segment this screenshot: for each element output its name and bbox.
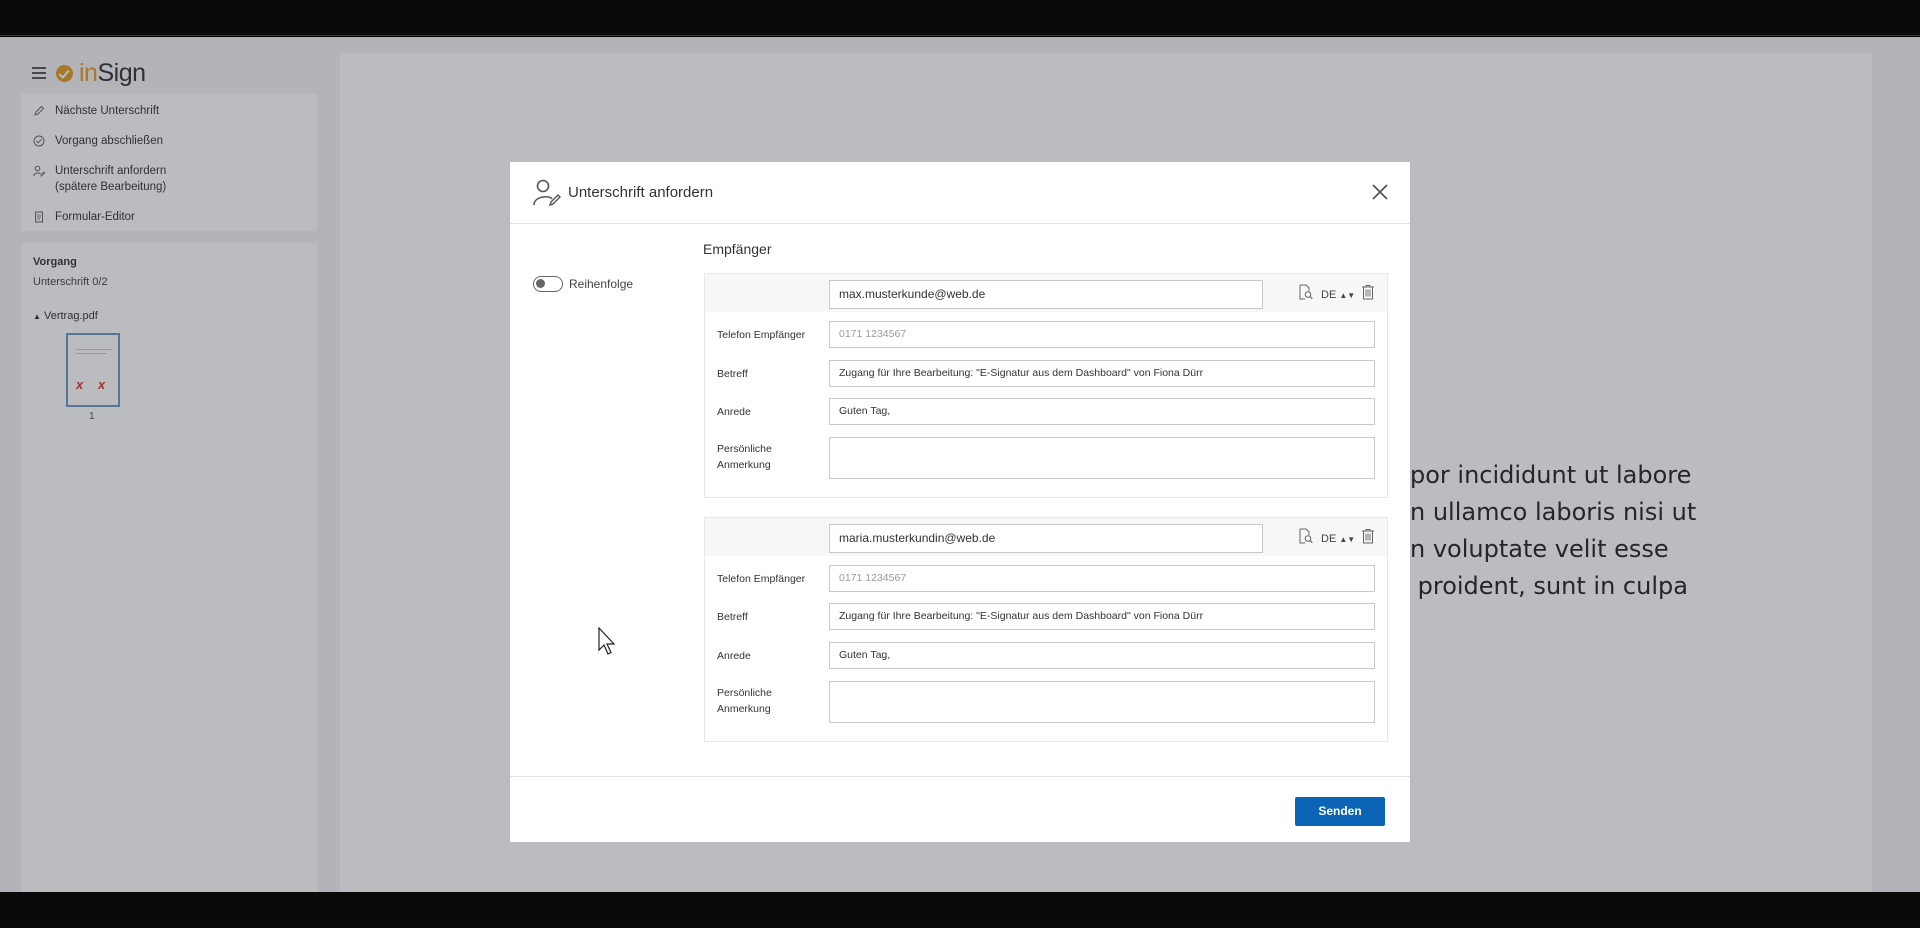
- bottom-black-bar: [0, 892, 1920, 928]
- recipient-email-field[interactable]: max.musterkunde@web.de: [829, 280, 1263, 309]
- dialog-footer: Senden: [510, 776, 1410, 842]
- recipient-email-field[interactable]: maria.musterkundin@web.de: [829, 524, 1263, 553]
- subject-input[interactable]: Zugang für Ihre Bearbeitung: "E-Signatur…: [829, 603, 1375, 630]
- mouse-cursor-icon: [598, 626, 618, 662]
- phone-input[interactable]: 0171 1234567: [829, 321, 1375, 348]
- recipients-title: Empfänger: [703, 241, 772, 257]
- language-select[interactable]: DE ▲▼: [1321, 289, 1355, 301]
- dialog-title: Unterschrift anfordern: [568, 184, 714, 201]
- order-toggle-label: Reihenfolge: [569, 277, 634, 291]
- note-label: Persönliche Anmerkung: [717, 443, 772, 471]
- salutation-label: Anrede: [717, 406, 751, 418]
- subject-input[interactable]: Zugang für Ihre Bearbeitung: "E-Signatur…: [829, 360, 1375, 387]
- phone-label: Telefon Empfänger: [717, 573, 806, 585]
- subject-label: Betreff: [717, 611, 748, 623]
- salutation-input[interactable]: Guten Tag,: [829, 398, 1375, 425]
- top-black-bar: [0, 0, 1920, 36]
- send-button[interactable]: Senden: [1295, 797, 1385, 826]
- salutation-input[interactable]: Guten Tag,: [829, 642, 1375, 669]
- dialog-header: Unterschrift anfordern: [510, 162, 1410, 224]
- recipient-tools: DE ▲▼: [1297, 284, 1375, 305]
- user-pen-icon: [532, 178, 562, 213]
- document-preview-icon[interactable]: [1297, 528, 1313, 549]
- recipient-card: maria.musterkundin@web.de DE ▲▼ Telefon …: [704, 517, 1388, 742]
- language-select[interactable]: DE ▲▼: [1321, 533, 1355, 545]
- note-label: Persönliche Anmerkung: [717, 687, 772, 715]
- subject-label: Betreff: [717, 368, 748, 380]
- app-window: inSign Nächste Unterschrift Vorgang absc…: [0, 37, 1920, 892]
- document-preview-icon[interactable]: [1297, 284, 1313, 305]
- phone-input[interactable]: 0171 1234567: [829, 565, 1375, 592]
- phone-label: Telefon Empfänger: [717, 329, 806, 341]
- note-textarea[interactable]: [829, 681, 1375, 723]
- close-icon[interactable]: [1370, 182, 1390, 202]
- note-textarea[interactable]: [829, 437, 1375, 479]
- trash-icon[interactable]: [1361, 284, 1375, 305]
- trash-icon[interactable]: [1361, 528, 1375, 549]
- recipient-tools: DE ▲▼: [1297, 528, 1375, 549]
- request-signature-dialog: Unterschrift anfordern Reihenfolge Empfä…: [510, 162, 1410, 842]
- order-toggle[interactable]: [533, 276, 563, 292]
- order-toggle-row: Reihenfolge: [533, 276, 633, 292]
- salutation-label: Anrede: [717, 650, 751, 662]
- recipient-card: max.musterkunde@web.de DE ▲▼ Telefon Emp…: [704, 273, 1388, 498]
